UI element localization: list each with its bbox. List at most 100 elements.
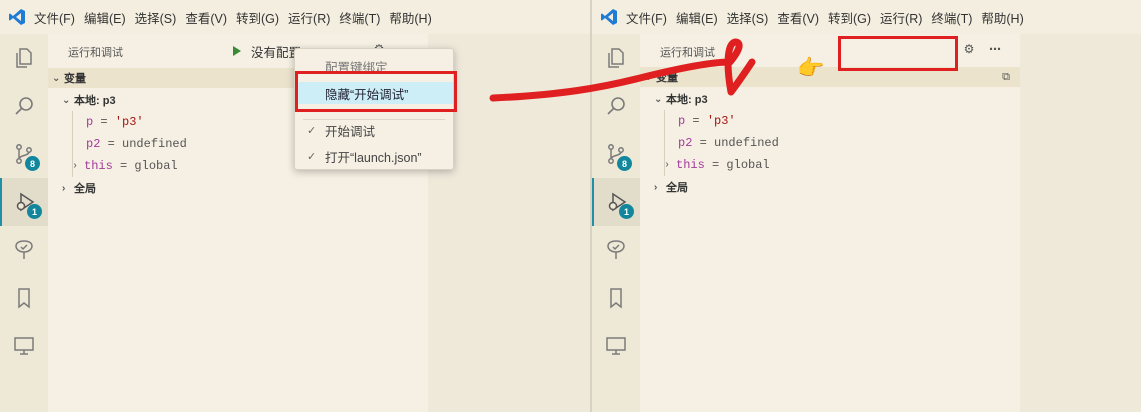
local-scope-row[interactable]: ⌄ 本地: p3 <box>62 89 116 111</box>
local-scope-row[interactable]: ⌄ 本地: p3 <box>654 88 708 110</box>
bookmark-icon[interactable] <box>0 274 48 322</box>
sidebar-title: 运行和调试 <box>660 47 715 59</box>
sidebar-title: 运行和调试 <box>68 47 123 59</box>
run-debug-icon[interactable]: 1 <box>592 178 640 226</box>
menu-view[interactable]: 查看(V) <box>185 8 227 27</box>
variable-name: this <box>676 158 705 172</box>
variable-row[interactable]: p2 = undefined <box>678 132 779 154</box>
source-control-icon[interactable]: 8 <box>0 130 48 178</box>
global-scope-label: 全局 <box>666 182 688 194</box>
search-icon[interactable] <box>592 82 640 130</box>
test-icon[interactable] <box>0 226 48 274</box>
menu-bar: 文件(F) 编辑(E) 选择(S) 查看(V) 转到(G) 运行(R) 终端(T… <box>592 0 1141 34</box>
vscode-logo-icon <box>0 0 34 34</box>
variable-value: global <box>726 158 770 172</box>
global-scope-row[interactable]: › 全局 <box>654 176 688 198</box>
menu-item-label: 开始调试 <box>325 124 376 139</box>
more-actions-icon[interactable]: ⋯ <box>986 40 1004 58</box>
menu-file[interactable]: 文件(F) <box>34 8 75 27</box>
chevron-right-icon: › <box>62 182 66 194</box>
menu-go[interactable]: 转到(G) <box>236 8 279 27</box>
variable-value: global <box>134 159 178 173</box>
remote-explorer-icon[interactable] <box>0 322 48 370</box>
menu-file[interactable]: 文件(F) <box>626 8 667 27</box>
menu-run[interactable]: 运行(R) <box>288 8 330 27</box>
variables-title: 变量 <box>656 72 678 84</box>
activity-bar: 8 1 <box>0 34 48 412</box>
chevron-down-icon: ⌄ <box>654 93 663 105</box>
collapse-all-icon[interactable]: ⧉ <box>1002 71 1010 84</box>
explorer-icon[interactable] <box>0 34 48 82</box>
remote-explorer-icon[interactable] <box>592 322 640 370</box>
variables-section-header[interactable]: ⌄ 变量 ⧉ <box>640 67 1020 87</box>
menu-run[interactable]: 运行(R) <box>880 8 922 27</box>
equals-sign: = <box>699 136 707 150</box>
local-scope-label: 本地: p3 <box>74 95 116 107</box>
debug-badge: 1 <box>619 204 634 219</box>
equals-sign: = <box>100 115 108 129</box>
debug-badge: 1 <box>27 204 42 219</box>
menu-item-open-launch-json[interactable]: ✓ 打开“launch.json” <box>295 145 453 167</box>
source-control-badge: 8 <box>25 156 40 171</box>
equals-sign: = <box>107 137 115 151</box>
global-scope-row[interactable]: › 全局 <box>62 177 96 199</box>
check-icon: ✓ <box>307 124 317 137</box>
bookmark-icon[interactable] <box>592 274 640 322</box>
variable-value: 'p3' <box>114 115 144 129</box>
variable-row[interactable]: p = 'p3' <box>678 110 736 132</box>
menu-terminal[interactable]: 终端(T) <box>339 8 380 27</box>
test-icon[interactable] <box>592 226 640 274</box>
search-icon[interactable] <box>0 82 48 130</box>
variable-value: 'p3' <box>706 114 736 128</box>
chevron-down-icon: ⌄ <box>52 72 61 84</box>
variable-name: p <box>678 114 686 128</box>
variable-row[interactable]: › this = global <box>72 155 178 177</box>
variable-value: undefined <box>122 137 187 151</box>
run-debug-icon[interactable]: 1 <box>0 178 48 226</box>
variable-value: undefined <box>714 136 779 150</box>
chevron-down-icon: ⌄ <box>62 94 71 106</box>
activity-bar: 8 1 <box>592 34 640 412</box>
editor-area <box>1020 34 1141 412</box>
chevron-right-icon: › <box>664 159 671 171</box>
menu-help[interactable]: 帮助(H) <box>389 8 431 27</box>
chevron-right-icon: › <box>654 181 658 193</box>
equals-sign: = <box>692 114 700 128</box>
menu-edit[interactable]: 编辑(E) <box>676 8 718 27</box>
menu-selection[interactable]: 选择(S) <box>135 8 177 27</box>
menu-edit[interactable]: 编辑(E) <box>84 8 126 27</box>
variable-row[interactable]: › this = global <box>664 154 770 176</box>
chevron-right-icon: › <box>72 160 79 172</box>
gear-icon[interactable]: ⚙ <box>960 40 978 58</box>
start-debug-button[interactable]: 没有配置 <box>233 40 301 62</box>
variable-name: this <box>84 159 113 173</box>
variable-row[interactable]: p = 'p3' <box>86 111 144 133</box>
menu-selection[interactable]: 选择(S) <box>727 8 769 27</box>
pointing-hand-icon: 👉 <box>797 55 825 80</box>
explorer-icon[interactable] <box>592 34 640 82</box>
run-debug-sidebar: 运行和调试 ⚙ ⋯ ⌄ 变量 ⧉ ⌄ 本地: p3 p = 'p3' p2 = … <box>640 34 1020 412</box>
variable-row[interactable]: p2 = undefined <box>86 133 187 155</box>
highlight-box <box>838 36 958 71</box>
menu-terminal[interactable]: 终端(T) <box>931 8 972 27</box>
play-icon <box>233 46 241 56</box>
right-pane: 文件(F) 编辑(E) 选择(S) 查看(V) 转到(G) 运行(R) 终端(T… <box>592 0 1141 412</box>
global-scope-label: 全局 <box>74 183 96 195</box>
source-control-badge: 8 <box>617 156 632 171</box>
variables-title: 变量 <box>64 73 86 85</box>
chevron-down-icon: ⌄ <box>644 71 653 83</box>
variable-name: p <box>86 115 94 129</box>
equals-sign: = <box>120 159 128 173</box>
check-icon: ✓ <box>307 150 317 163</box>
menu-item-label: 打开“launch.json” <box>325 150 422 165</box>
equals-sign: = <box>712 158 720 172</box>
menu-go[interactable]: 转到(G) <box>828 8 871 27</box>
menu-bar: 文件(F) 编辑(E) 选择(S) 查看(V) 转到(G) 运行(R) 终端(T… <box>0 0 590 34</box>
highlight-box <box>295 71 457 112</box>
menu-item-start-debug[interactable]: ✓ 开始调试 <box>295 119 453 141</box>
source-control-icon[interactable]: 8 <box>592 130 640 178</box>
menu-help[interactable]: 帮助(H) <box>981 8 1023 27</box>
menu-view[interactable]: 查看(V) <box>777 8 819 27</box>
left-pane: 文件(F) 编辑(E) 选择(S) 查看(V) 转到(G) 运行(R) 终端(T… <box>0 0 590 412</box>
variable-name: p2 <box>86 137 101 151</box>
